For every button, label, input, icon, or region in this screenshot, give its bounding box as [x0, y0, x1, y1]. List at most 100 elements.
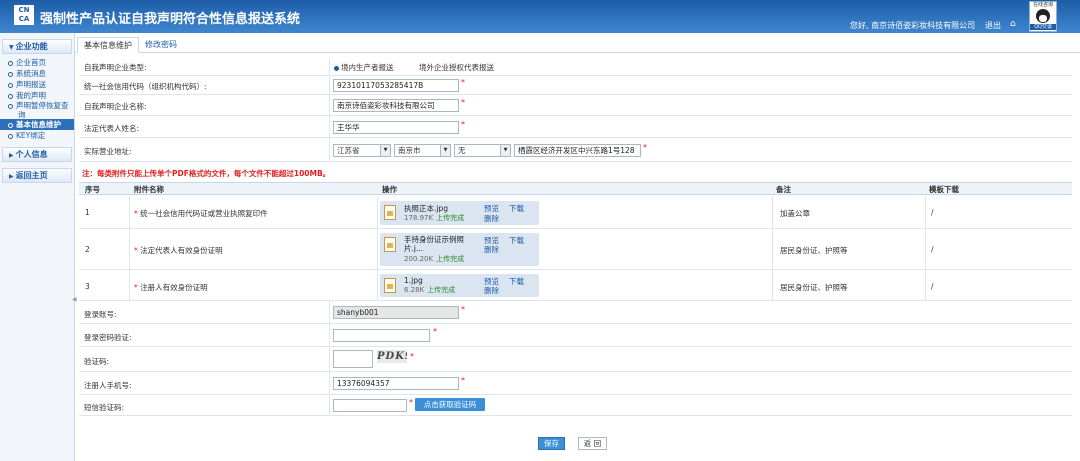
attachment-name: * 注册人有效身份证明 — [134, 283, 208, 292]
app-title: 强制性产品认证自我声明符合性信息报送系统 — [40, 12, 301, 27]
password-input[interactable] — [333, 329, 430, 342]
template-download: / — [931, 208, 934, 217]
delete-link[interactable]: 删除 — [484, 244, 499, 255]
home-icon[interactable]: ⌂ — [1010, 19, 1016, 29]
download-link[interactable]: 下载 — [509, 276, 524, 287]
district-select[interactable]: 无 ▼ — [454, 144, 511, 157]
collapse-sidebar-icon[interactable]: ◀ — [72, 296, 77, 303]
sidebar-section-personal[interactable]: ▶ 个人信息 — [2, 147, 72, 162]
column-divider — [377, 196, 378, 228]
upload-notice: 注：每类附件只能上传单个PDF格式的文件，每个文件不能超过100MB。 — [82, 169, 331, 178]
image-file-icon — [384, 205, 396, 220]
legal-rep-input[interactable]: 王华华 — [333, 121, 459, 134]
upload-status: 上传完成 — [427, 286, 456, 294]
radio-overseas[interactable]: 境外企业授权代表报送 — [412, 62, 494, 73]
column-divider — [329, 301, 330, 323]
column-divider — [925, 196, 926, 228]
qq-consult-widget[interactable]: 在线咨询 QQ交谈 — [1029, 1, 1057, 32]
chevron-down-icon: ▼ — [9, 44, 14, 51]
chevron-down-icon: ▼ — [440, 145, 450, 156]
required-mark: * — [433, 327, 437, 336]
attachment-name: * 统一社会信用代码证或营业执照复印件 — [134, 209, 268, 218]
delete-link[interactable]: 删除 — [484, 285, 499, 296]
column-divider — [329, 138, 330, 161]
sidebar-item-declare[interactable]: 声明报送 — [0, 79, 74, 90]
sidebar-item-key-binding[interactable]: KEY绑定 — [0, 130, 74, 141]
sidebar-section-return-home[interactable]: ▶ 返回主页 — [2, 168, 72, 183]
upload-status: 上传完成 — [436, 255, 465, 263]
required-mark: * — [134, 246, 138, 255]
required-mark: * — [461, 78, 465, 87]
sidebar-item-basic-info[interactable]: 基本信息维护 — [0, 119, 74, 130]
file-name: 1.jpg — [404, 276, 423, 285]
province-select[interactable]: 江苏省 ▼ — [333, 144, 391, 157]
uploaded-file: 执照正本.jpg 178.97K 上传完成 预览 下载 删除 — [380, 201, 539, 225]
enterprise-name-input[interactable]: 南京诗佰姿彩妆科技有限公司 — [333, 99, 459, 112]
phone-input[interactable]: 13376094357 — [333, 377, 459, 390]
get-sms-code-button[interactable]: 点击获取验证码 — [415, 398, 485, 411]
required-mark: * — [134, 209, 138, 218]
sidebar-item-home[interactable]: 企业首页 — [0, 57, 74, 68]
file-size: 6.28K 上传完成 — [404, 286, 456, 294]
column-divider — [329, 372, 330, 394]
logout-link[interactable]: 退出 — [985, 20, 1001, 31]
credit-code-input[interactable]: 92310117053285417B — [333, 79, 459, 92]
radio-domestic[interactable]: 境内生产者报送 — [334, 62, 394, 73]
city-select[interactable]: 南京市 ▼ — [394, 144, 451, 157]
row-credit-code: 统一社会信用代码（组织机构代码）: 92310117053285417B * — [79, 76, 1072, 95]
save-button[interactable]: 保存 — [538, 437, 565, 450]
column-divider — [329, 324, 330, 346]
file-size: 200.20K 上传完成 — [404, 255, 465, 263]
tab-change-password[interactable]: 修改密码 — [139, 37, 183, 53]
enterprise-type-label: 自我声明企业类型: — [84, 63, 147, 72]
captcha-input[interactable] — [333, 350, 373, 368]
qq-consult-label: 在线咨询 — [1032, 2, 1053, 8]
sidebar-item-messages[interactable]: 系统消息 — [0, 68, 74, 79]
column-divider — [329, 347, 330, 371]
column-divider — [772, 196, 773, 228]
file-size: 178.97K 上传完成 — [404, 214, 465, 222]
row-captcha: 验证码: PDK9 * — [79, 347, 1072, 372]
row-address: 实际营业地址: 江苏省 ▼ 南京市 ▼ 无 ▼ 栖霞区经济开发区中兴东路1号128 * — [79, 138, 1072, 162]
credit-code-label: 统一社会信用代码（组织机构代码）: — [84, 82, 207, 91]
upload-status: 上传完成 — [436, 214, 465, 222]
download-link[interactable]: 下载 — [509, 235, 524, 246]
row-notice: 注：每类附件只能上传单个PDF格式的文件，每个文件不能超过100MB。 — [79, 162, 1072, 179]
column-divider — [129, 196, 130, 228]
required-mark: * — [461, 120, 465, 129]
column-divider — [329, 95, 330, 115]
col-attachment-name: 附件名称 — [134, 185, 164, 194]
column-divider — [925, 229, 926, 269]
row-legal-rep: 法定代表人姓名: 王华华 * — [79, 116, 1072, 138]
address-detail-input[interactable]: 栖霞区经济开发区中兴东路1号128 — [514, 144, 641, 157]
required-mark: * — [410, 352, 414, 361]
bullet-icon — [8, 122, 13, 128]
delete-link[interactable]: 删除 — [484, 213, 499, 224]
chevron-right-icon: ▶ — [9, 173, 14, 180]
tab-basic-info[interactable]: 基本信息维护 — [77, 37, 139, 53]
sms-code-input[interactable] — [333, 399, 407, 412]
qq-chat-label: QQ交谈 — [1030, 24, 1056, 30]
col-no: 序号 — [85, 185, 100, 194]
radio-checked-icon — [334, 65, 339, 71]
column-divider — [329, 76, 330, 94]
sidebar-item-my-declarations[interactable]: 我的声明 — [0, 90, 74, 101]
cnca-logo: CN CA — [14, 5, 34, 25]
row-number: 3 — [85, 282, 90, 291]
row-enterprise-name: 自我声明企业名称: 南京诗佰姿彩妆科技有限公司 * — [79, 95, 1072, 116]
back-button[interactable]: 返 回 — [578, 437, 607, 450]
row-login-account: 登录账号: shanyb001 * — [79, 301, 1072, 324]
row-sms-code: 短信验证码: * 点击获取验证码 — [79, 395, 1072, 416]
password-label: 登录密码验证: — [84, 333, 132, 342]
remark: 居民身份证、护照等 — [780, 283, 848, 292]
sidebar-section-enterprise[interactable]: ▼ 企业功能 — [2, 39, 72, 54]
uploaded-file: 1.jpg 6.28K 上传完成 预览 下载 删除 — [380, 274, 539, 297]
download-link[interactable]: 下载 — [509, 203, 524, 214]
captcha-image[interactable]: PDK9 — [377, 350, 407, 363]
attachment-name: * 法定代表人有效身份证明 — [134, 246, 223, 255]
sidebar-item-suspend-query[interactable]: 声明暂停恢复查询 — [0, 101, 74, 119]
column-divider — [329, 116, 330, 137]
phone-label: 注册人手机号: — [84, 381, 132, 390]
sms-code-label: 短信验证码: — [84, 403, 125, 412]
column-divider — [925, 270, 926, 300]
